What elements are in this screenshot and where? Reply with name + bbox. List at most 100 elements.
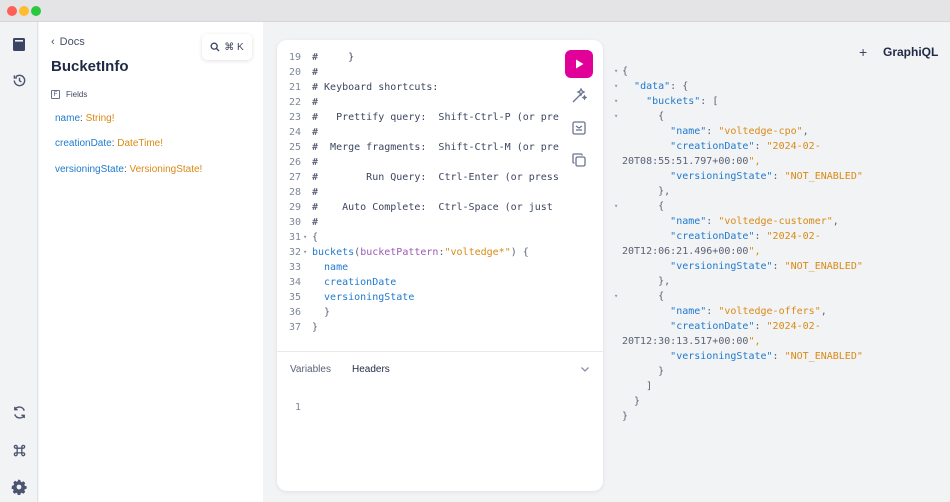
line-text: # Keyboard shortcuts: [312,82,439,93]
icon-sidebar [0,22,38,502]
tab-headers[interactable]: Headers [352,364,390,375]
query-token: "voltedge*" [444,247,511,258]
add-tab-button[interactable]: + [859,44,867,60]
fold-icon[interactable]: ▾ [614,79,618,94]
result-line-text: "name": "voltedge-customer", [670,216,839,227]
result-line-text: 20T12:06:21.496+00:00", [622,246,761,257]
minimize-window-button[interactable] [19,6,29,16]
result-line-text: "creationDate": "2024-02- [670,141,821,152]
result-line-text: "buckets": [ [646,96,719,107]
prettify-button[interactable] [569,86,589,106]
docs-explorer: ‹ Docs BucketInfo F Fields name: String!… [39,22,263,502]
line-text: # Run Query: Ctrl-Enter (or press [312,172,559,183]
result-line-text: "name": "voltedge-cpo", [670,126,809,137]
result-line-text: 20T08:55:51.797+00:00", [622,156,761,167]
line-text: creationDate [312,277,397,288]
field-item-versioningState[interactable]: versioningState: VersioningState! [55,164,202,175]
line-number: 19 [288,52,301,63]
line-text: } [312,307,331,318]
line-text: # } [312,52,355,63]
line-text: # [312,97,319,108]
line-text: versioningState [312,292,415,303]
field-type[interactable]: VersioningState! [130,164,203,175]
copy-query-button[interactable] [569,150,589,170]
fold-icon[interactable]: ▾ [614,94,618,109]
search-shortcut: ⌘ K [224,41,244,53]
window-titlebar [0,0,950,22]
shortcuts-icon[interactable] [9,440,29,460]
result-line-text: "versioningState": "NOT_ENABLED" [670,171,863,182]
line-number: 26 [288,157,301,168]
copy-icon [572,153,586,167]
fold-icon[interactable]: ▾ [614,289,618,304]
variables-line-number[interactable]: 1 [295,402,301,413]
field-name[interactable]: name [55,113,80,124]
line-text: buckets(bucketPattern:"voltedge*") { [312,245,529,260]
search-button[interactable]: ⌘ K [202,34,252,60]
fold-icon[interactable]: ▾ [614,109,618,124]
editor-toolbar [564,50,594,190]
line-number: 32 [288,247,301,258]
fold-icon[interactable]: ▾ [614,64,618,79]
line-text: name [312,262,349,273]
zoom-window-button[interactable] [31,6,41,16]
line-text: # Prettify query: Shift-Ctrl-P (or pre [312,112,559,123]
field-name[interactable]: versioningState [55,164,124,175]
result-line-text: }, [622,186,671,197]
result-viewer[interactable]: ▾ { ▾ "data": { ▾ "buckets": [ ▾ { "name": "… [606,64,950,444]
merge-fragments-button[interactable] [569,118,589,138]
line-text: # [312,67,319,78]
docs-back-label: Docs [59,36,85,48]
field-name[interactable]: creationDate [55,138,112,149]
editor-tools-bar: Variables Headers [277,351,603,387]
history-icon[interactable] [9,70,29,90]
line-number: 23 [288,112,301,123]
result-line-text: { [622,201,665,212]
chevron-down-icon[interactable] [579,363,591,375]
close-window-button[interactable] [7,6,17,16]
result-line-text: } [622,411,629,422]
line-number: 21 [288,82,301,93]
line-text: # Auto Complete: Ctrl-Space (or just [312,202,553,213]
field-item-name[interactable]: name: String! [55,113,114,124]
fields-label: Fields [66,90,88,99]
result-line-text: "versioningState": "NOT_ENABLED" [670,261,863,272]
line-text: # [312,127,319,138]
docs-icon[interactable] [9,34,29,54]
prettify-icon [572,88,587,103]
line-number: 31 [288,232,301,243]
fold-icon[interactable]: ▾ [303,230,307,245]
settings-icon[interactable] [9,477,29,497]
result-line-text: "name": "voltedge-offers", [670,306,827,317]
line-number: 33 [288,262,301,273]
type-title: BucketInfo [51,58,129,75]
line-text: # [312,217,319,228]
line-number: 36 [288,307,301,318]
fields-icon: F [51,90,60,99]
fields-section-header: F Fields [51,90,87,99]
line-number: 20 [288,67,301,78]
line-number: 35 [288,292,301,303]
line-number: 24 [288,127,301,138]
fold-icon[interactable]: ▾ [614,199,618,214]
tab-variables[interactable]: Variables [290,364,331,375]
line-number: 27 [288,172,301,183]
query-token: buckets [312,247,355,258]
docs-back-link[interactable]: ‹ Docs [51,36,85,48]
field-item-creationDate[interactable]: creationDate: DateTime! [55,138,163,149]
query-editor[interactable]: 19 # } 20 #21 # Keyboard shortcuts: 22 #23 # Pr… [277,52,559,352]
line-text: # Merge fragments: Shift-Ctrl-M (or pre [312,142,559,153]
field-type[interactable]: String! [86,113,115,124]
refetch-icon[interactable] [9,402,29,422]
line-text: } [312,322,319,333]
line-number: 30 [288,217,301,228]
fold-icon[interactable]: ▾ [303,245,307,260]
search-icon [210,42,220,52]
run-query-button[interactable] [565,50,593,78]
result-line-text: "data": { [634,81,689,92]
field-type[interactable]: DateTime! [117,138,163,149]
line-number: 37 [288,322,301,333]
result-line-text: }, [622,276,671,287]
result-line-text: { [622,291,665,302]
result-line-text: "versioningState": "NOT_ENABLED" [670,351,863,362]
